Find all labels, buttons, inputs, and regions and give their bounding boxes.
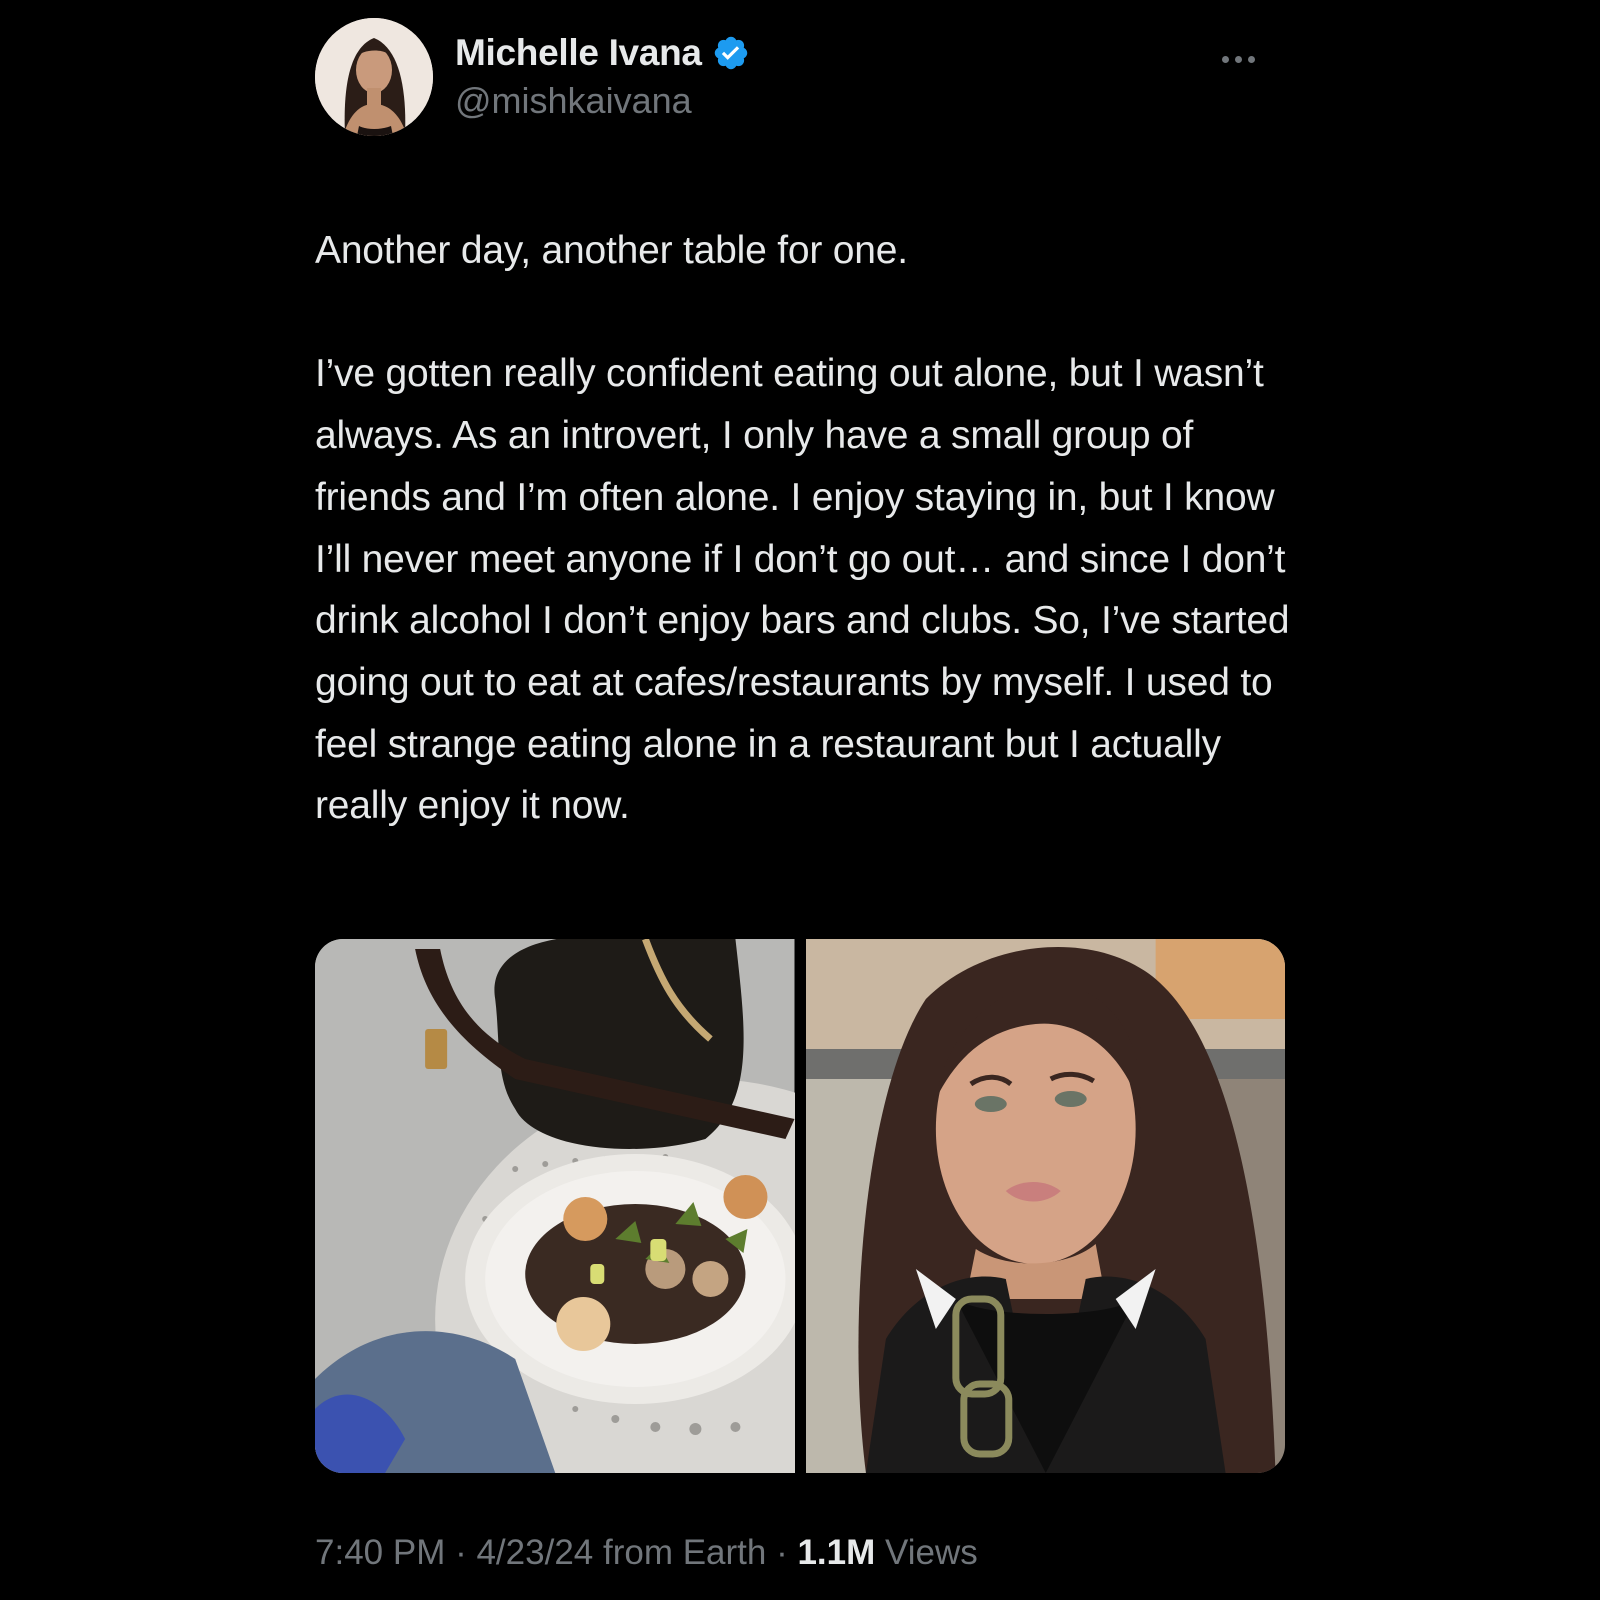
views-count[interactable]: 1.1M — [797, 1533, 875, 1572]
tweet-text: Another day, another table for one. I’ve… — [315, 229, 1290, 828]
views-label: Views — [875, 1533, 978, 1572]
verified-badge-icon — [714, 36, 747, 70]
meta-separator: · — [445, 1533, 477, 1572]
tweet-media — [315, 939, 1285, 1473]
display-name-row: Michelle Ivana — [455, 30, 750, 76]
tweet: Michelle Ivana @mishkaivana Another day,… — [315, 18, 1290, 1572]
tweet-header: Michelle Ivana @mishkaivana — [315, 18, 1285, 138]
author-names: Michelle Ivana @mishkaivana — [455, 30, 750, 122]
selfie-photo[interactable] — [805, 939, 1285, 1473]
display-name[interactable]: Michelle Ivana — [455, 32, 702, 74]
tweet-meta: 7:40 PM · 4/23/24 from Earth · 1.1M View… — [315, 1533, 978, 1573]
tweet-source: from Earth — [593, 1533, 767, 1572]
tweet-date[interactable]: 4/23/24 — [476, 1533, 593, 1572]
user-handle[interactable]: @mishkaivana — [455, 80, 750, 122]
food-table-photo[interactable] — [315, 939, 795, 1473]
meta-separator-2: · — [766, 1533, 798, 1572]
avatar[interactable] — [315, 18, 433, 136]
more-options-icon[interactable] — [1222, 56, 1255, 63]
tweet-time[interactable]: 7:40 PM — [315, 1533, 445, 1572]
